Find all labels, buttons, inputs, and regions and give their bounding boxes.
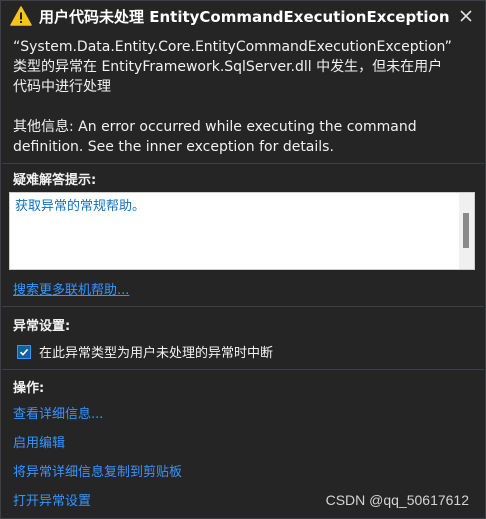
exception-message: “System.Data.Entity.Core.EntityCommandEx… — [13, 37, 473, 97]
divider — [2, 306, 484, 307]
additional-info-line-2: definition. See the inner exception for … — [13, 139, 334, 155]
watermark: CSDN @qq_50617612 — [325, 492, 469, 508]
break-on-exception-checkbox[interactable] — [17, 344, 31, 359]
scrollbar-thumb[interactable] — [463, 213, 469, 248]
copy-details-link[interactable]: 将异常详细信息复制到剪贴板 — [13, 461, 182, 480]
additional-info: 其他信息: An error occurred while executing … — [13, 117, 478, 157]
message-line-2: 类型的异常在 EntityFramework.SqlServer.dll 中发生… — [13, 59, 443, 75]
tips-scrollbar[interactable] — [459, 193, 474, 269]
troubleshooting-label: 疑难解答提示: — [13, 173, 97, 188]
message-line-3: 代码中进行处理 — [13, 79, 111, 95]
break-on-exception-label: 在此异常类型为用户未处理的异常时中断 — [39, 346, 274, 361]
warning-icon — [10, 6, 32, 26]
enable-editing-link[interactable]: 启用编辑 — [13, 432, 65, 451]
message-line-1: “System.Data.Entity.Core.EntityCommandEx… — [13, 39, 452, 55]
exception-dialog: 用户代码未处理 EntityCommandExecutionException … — [0, 0, 486, 519]
divider — [2, 369, 484, 370]
search-online-help-link[interactable]: 搜索更多联机帮助... — [13, 279, 129, 298]
dialog-title: 用户代码未处理 EntityCommandExecutionException — [39, 8, 450, 26]
divider — [2, 163, 484, 164]
general-help-link[interactable]: 获取异常的常规帮助。 — [15, 195, 145, 214]
checkmark-icon — [19, 348, 29, 356]
title-bar: 用户代码未处理 EntityCommandExecutionException — [1, 1, 485, 31]
open-exception-settings-link[interactable]: 打开异常设置 — [13, 490, 91, 509]
view-details-link[interactable]: 查看详细信息... — [13, 403, 103, 422]
close-button[interactable] — [455, 5, 477, 27]
exception-settings-label: 异常设置: — [13, 319, 71, 334]
actions-label: 操作: — [13, 381, 45, 396]
troubleshooting-tips-box: 获取异常的常规帮助。 — [9, 192, 475, 270]
additional-info-line-1: 其他信息: An error occurred while executing … — [13, 119, 417, 135]
close-icon — [460, 10, 472, 22]
break-on-exception-option[interactable]: 在此异常类型为用户未处理的异常时中断 — [17, 342, 273, 361]
